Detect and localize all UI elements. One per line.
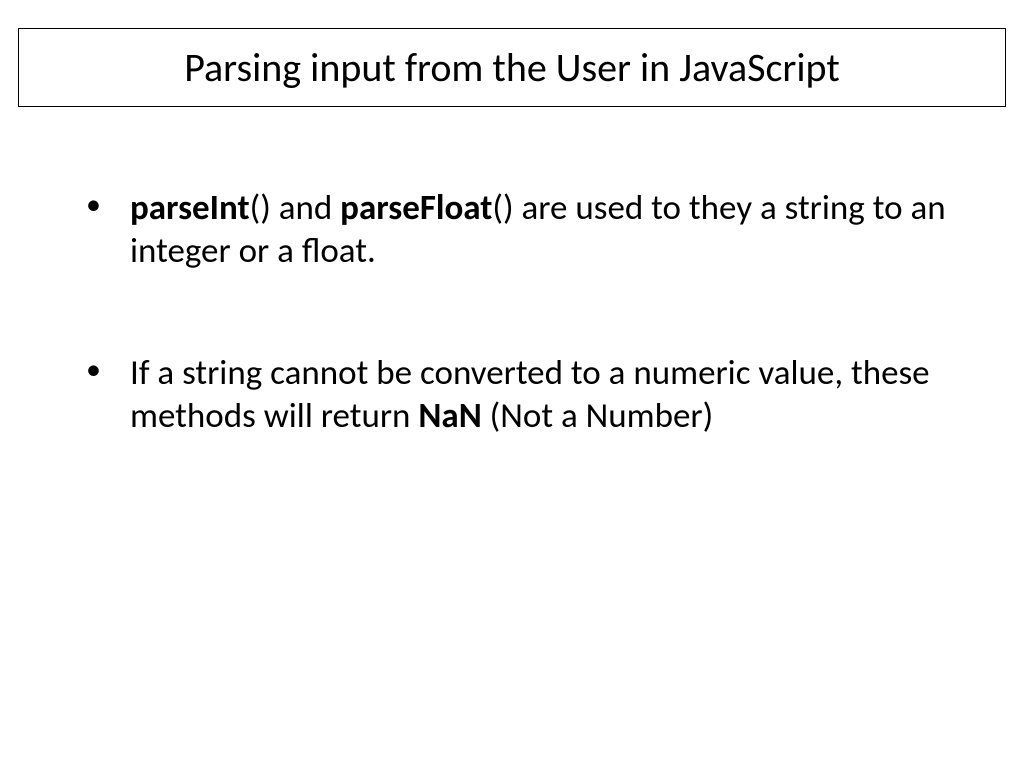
text-span: (Not a Number) xyxy=(482,395,713,437)
text-span: () and xyxy=(250,187,341,229)
list-item: If a string cannot be converted to a num… xyxy=(86,352,956,437)
list-item: parseInt() and parseFloat() are used to … xyxy=(86,187,956,272)
text-span: parseInt xyxy=(130,187,250,229)
slide-title: Parsing input from the User in JavaScrip… xyxy=(18,28,1006,107)
slide-content: parseInt() and parseFloat() are used to … xyxy=(18,107,1006,438)
bullet-list: parseInt() and parseFloat() are used to … xyxy=(86,187,956,438)
text-span: parseFloat xyxy=(340,187,492,229)
text-span: NaN xyxy=(418,395,481,437)
